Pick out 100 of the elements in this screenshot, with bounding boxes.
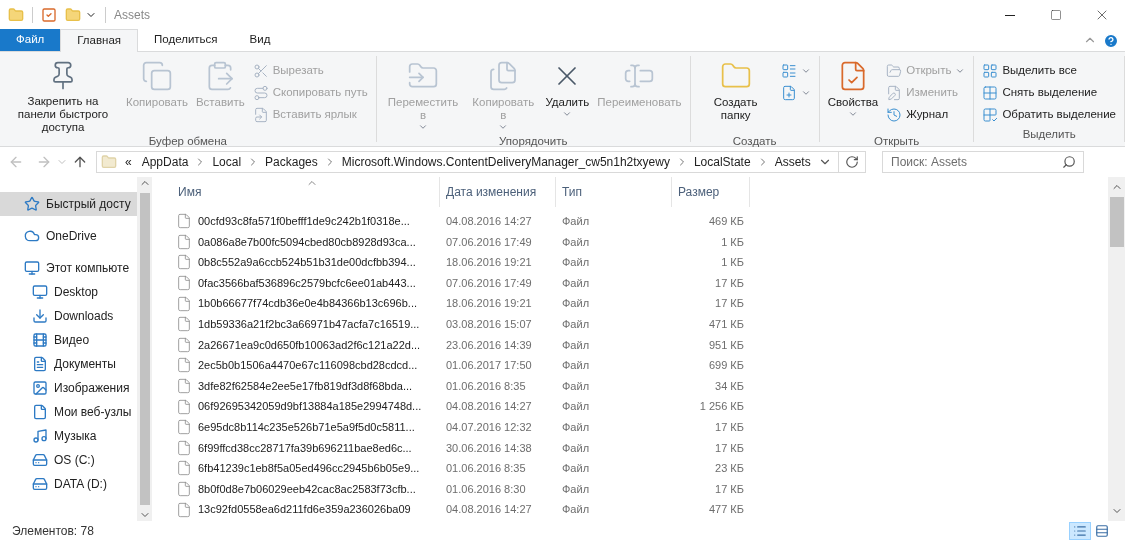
file-name[interactable]: 6fb41239c1eb8f5a05ed496cc2945b6b05e9... xyxy=(198,460,420,477)
date-cell-text: 23.06.2016 14:39 xyxy=(445,337,533,353)
ribbon-tab[interactable]: Поделиться xyxy=(138,29,234,51)
item-count: Элементов: 78 xyxy=(12,523,94,540)
scroll-thumb[interactable] xyxy=(1109,197,1124,247)
new-folder-icon[interactable] xyxy=(65,7,81,23)
file-name[interactable]: 1db59336a21f2bc3a66971b47acfa7c16519... xyxy=(198,316,420,333)
column-header[interactable]: Дата изменения xyxy=(440,177,556,207)
refresh-icon[interactable] xyxy=(845,155,859,169)
grid-icon xyxy=(982,85,999,101)
nav-item[interactable]: OS (C:) xyxy=(0,448,137,472)
file-name[interactable]: 6f99ffcd38cc28717fa39b696211bae8ed6c... xyxy=(198,439,412,457)
details-view-button[interactable] xyxy=(1069,522,1091,540)
file-menu-tab[interactable]: Файл xyxy=(0,29,61,51)
properties-icon[interactable] xyxy=(41,7,57,23)
document-icon xyxy=(32,356,48,372)
file-name[interactable]: 0fac3566baf536896c2579bcfc6ee01ab443... xyxy=(198,274,416,292)
date-cell-text: 01.06.2016 8:35 xyxy=(445,378,527,394)
type-cell-text: Файл xyxy=(561,214,591,230)
file-name[interactable]: 2ec5b0b1506a4470e67c116098cbd28cdcd... xyxy=(198,357,418,374)
nav-item[interactable]: Downloads xyxy=(0,304,137,328)
file-icon xyxy=(176,275,192,292)
forward-icon[interactable] xyxy=(36,154,52,170)
nav-item[interactable]: OneDrive xyxy=(0,224,137,248)
size-cell-text: 34 КБ xyxy=(714,378,745,394)
column-header[interactable]: Размер xyxy=(672,177,750,207)
file-name[interactable]: 0b8c552a9a6ccb524b51b31de00dcfbb394... xyxy=(198,254,416,271)
file-name[interactable]: 0a086a8e7b00fc5094cbed80cb8928d93ca... xyxy=(198,233,416,251)
ribbon-tab[interactable]: Вид xyxy=(233,29,287,51)
breadcrumb[interactable]: Assets xyxy=(768,153,817,171)
drive-icon xyxy=(32,476,48,492)
file-name[interactable]: 2a26671ea9c0d650fb10063ad2f6c121a22d... xyxy=(198,336,421,354)
date-cell-text: 04.08.2016 14:27 xyxy=(445,399,533,415)
scroll-thumb[interactable] xyxy=(139,193,150,505)
file-icon xyxy=(176,336,192,353)
file-name[interactable]: 8b0f0d8e7b06029eeb42cac8ac2583f73cfb... xyxy=(198,480,416,498)
path-icon xyxy=(252,85,269,101)
column-header[interactable]: Тип xyxy=(556,177,672,207)
nav-item[interactable]: Изображения xyxy=(0,376,137,400)
ribbon-button[interactable]: Закрепить на панели быстрого доступа xyxy=(4,56,122,134)
ribbon-button[interactable]: Создать папку xyxy=(694,56,777,134)
search-field[interactable]: Поиск: Assets xyxy=(882,151,1084,173)
search-icon xyxy=(1062,155,1076,169)
file-icon xyxy=(32,404,48,420)
nav-item[interactable]: Быстрый досту xyxy=(0,192,137,216)
nav-item[interactable]: Desktop xyxy=(0,280,137,304)
ribbon-button[interactable]: Свойства xyxy=(823,56,883,134)
file-name[interactable]: 6e95dc8b114c235e526b71e5a9f5d0c5811... xyxy=(198,419,415,436)
image-icon xyxy=(32,380,48,396)
breadcrumb[interactable]: LocalState xyxy=(687,153,757,171)
type-cell-text: Файл xyxy=(561,378,591,394)
download-icon xyxy=(32,308,48,324)
column-header[interactable]: Имя xyxy=(172,177,440,207)
file-name[interactable]: 1b0b66677f74cdb36e0e4b84366b13c696b... xyxy=(198,295,417,312)
help-icon[interactable] xyxy=(1103,33,1119,49)
type-cell-text: Файл xyxy=(561,234,591,250)
type-cell-text: Файл xyxy=(561,440,591,456)
film-icon xyxy=(32,332,48,348)
group-label: Открыть xyxy=(873,134,921,148)
shortcut-icon xyxy=(252,107,269,123)
file-name[interactable]: 13c92fd0558ea6d211fd6e359a236026ba09 xyxy=(198,501,411,518)
ribbon-button[interactable]: Журнал xyxy=(882,104,970,126)
ribbon-button[interactable]: Обратить выделение xyxy=(978,104,1120,126)
nav-item[interactable]: DATA (D:) xyxy=(0,472,137,496)
date-cell-text: 18.06.2016 19:21 xyxy=(445,296,533,312)
ribbon-button[interactable]: Выделить все xyxy=(978,60,1120,82)
overflow-button[interactable]: « xyxy=(121,153,136,171)
type-cell-text: Файл xyxy=(561,481,591,497)
file-name[interactable]: 06f92695342059d9bf13884a185e2994748d... xyxy=(198,398,422,415)
nav-item[interactable]: Мои веб-узлы xyxy=(0,400,137,424)
group-label: Буфер обмена xyxy=(147,134,228,148)
breadcrumb[interactable]: Packages xyxy=(259,153,324,171)
type-cell-text: Файл xyxy=(561,420,591,435)
caret-icon xyxy=(562,109,573,119)
file-icon xyxy=(176,357,192,374)
nav-item[interactable]: Видео xyxy=(0,328,137,352)
folder-icon[interactable] xyxy=(8,7,24,23)
back-icon[interactable] xyxy=(8,154,24,170)
nav-item[interactable]: Этот компьюте xyxy=(0,256,137,280)
type-cell-text: Файл xyxy=(561,296,591,312)
nav-item[interactable]: Музыка xyxy=(0,424,137,448)
size-cell-text: 471 КБ xyxy=(707,317,745,332)
scrollbar[interactable] xyxy=(137,177,152,521)
maximize-icon xyxy=(1050,9,1062,21)
date-cell-text: 07.06.2016 17:49 xyxy=(445,234,533,250)
ribbon-button[interactable]: Удалить xyxy=(541,56,594,134)
breadcrumb[interactable]: Local xyxy=(206,153,248,171)
address-field[interactable]: « AppData Local Packages Microsoft.Windows.ContentDeliveryManager_cw5n1h2txyewy LocalState Assets xyxy=(96,151,866,173)
group-label: Выделить xyxy=(1021,127,1077,142)
monitor-icon xyxy=(24,260,40,276)
breadcrumb[interactable]: Microsoft.Windows.ContentDeliveryManager_cw5n1h2txyewy xyxy=(335,153,676,171)
up-icon[interactable] xyxy=(72,154,88,170)
file-name[interactable]: 3dfe82f62584e2ee5e17fb819df3d8f68bda... xyxy=(198,377,413,395)
scrollbar[interactable] xyxy=(1108,177,1125,521)
file-name[interactable]: 00cfd93c8fa571f0befff1de9c242b1f0318e... xyxy=(198,213,410,230)
file-icon xyxy=(176,398,192,415)
breadcrumb[interactable]: AppData xyxy=(135,153,195,171)
nav-item[interactable]: Документы xyxy=(0,352,137,376)
ribbon-tab[interactable]: Главная xyxy=(60,29,139,52)
ribbon-button[interactable]: Снять выделение xyxy=(978,82,1120,104)
